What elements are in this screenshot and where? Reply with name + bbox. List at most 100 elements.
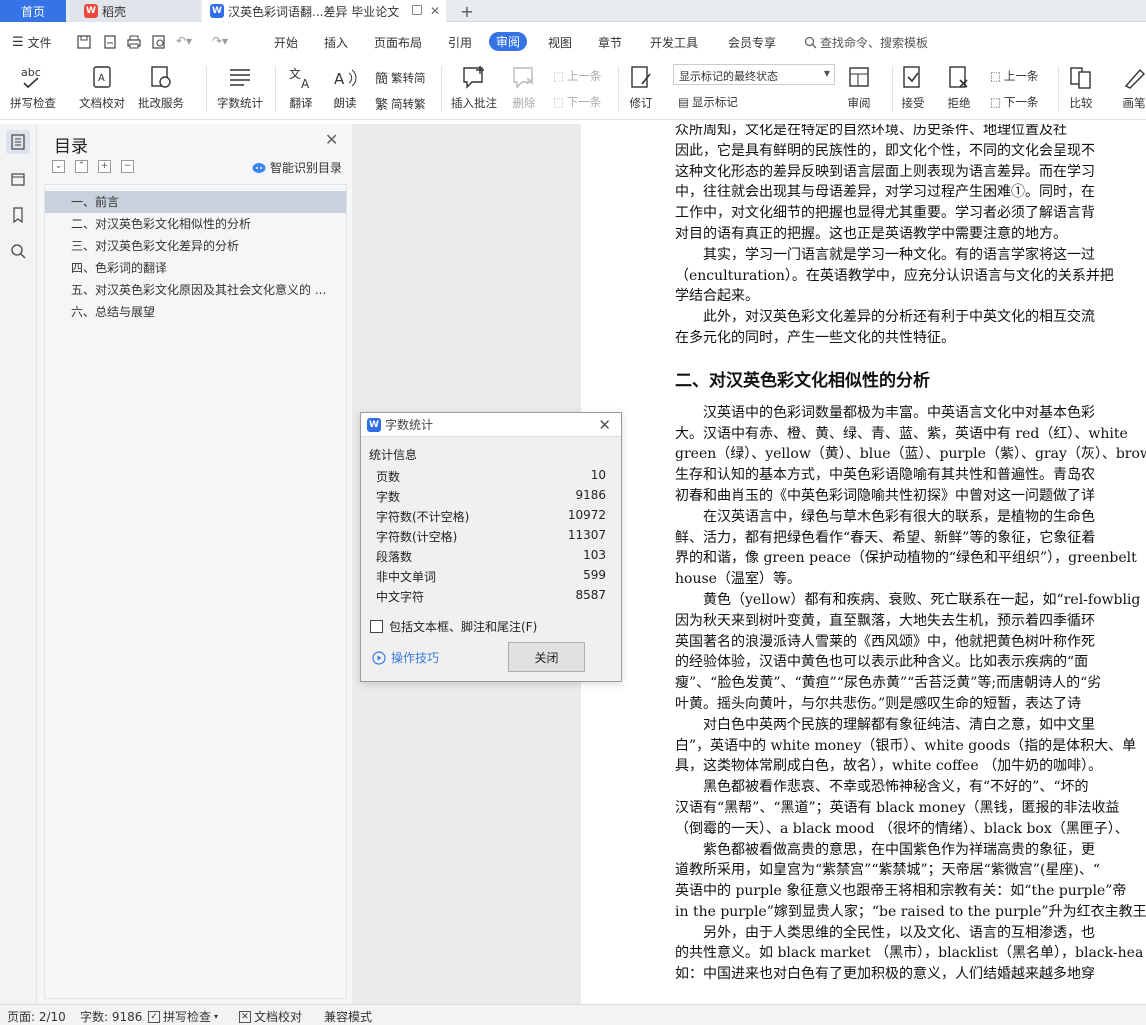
toc-item[interactable]: 四、色彩词的翻译 xyxy=(45,257,346,279)
export-pdf-icon[interactable] xyxy=(102,34,118,50)
insert-comment-button[interactable]: 插入批注 xyxy=(451,64,497,111)
next-change-icon: ⬚ xyxy=(990,95,1001,109)
tips-link[interactable]: 操作技巧 xyxy=(372,649,439,666)
tab-wps[interactable]: W 稻壳 xyxy=(70,0,200,22)
reject-button[interactable]: 拒绝 xyxy=(946,64,972,111)
document-page[interactable]: 众所周知，文化是在特定的自然环境、历史条件、地理位置及社因此，它是具有鲜明的民族… xyxy=(581,124,1146,1004)
tab-home[interactable]: 首页 xyxy=(0,0,66,22)
toc-item[interactable]: 一、前言 xyxy=(45,191,346,213)
stat-label: 字符数(不计空格) xyxy=(376,510,470,524)
hamburger-icon: ☰ xyxy=(12,35,24,50)
document-line: 的经验体验，汉语中黄色也可以表示此种含义。比如表示疾病的“面 xyxy=(675,654,1089,671)
stat-value: 10 xyxy=(590,468,606,482)
document-line: 因此，它是具有鲜明的民族性的，即文化个性，不同的文化会呈现不 xyxy=(675,142,1095,159)
delete-comment-button[interactable]: 删除 xyxy=(510,64,538,111)
spell-check-button[interactable]: abc 拼写检查 xyxy=(10,64,56,111)
search-icon[interactable] xyxy=(6,239,30,263)
collapse-all-icon[interactable]: ⌃ xyxy=(75,160,88,173)
document-section: 众所周知，文化是在特定的自然环境、历史条件、地理位置及社因此，它是具有鲜明的民族… xyxy=(675,124,1146,349)
prev-change-button[interactable]: ⬚ 上一条 xyxy=(990,68,1038,84)
print-preview-icon[interactable] xyxy=(151,34,167,50)
menu-home[interactable]: 开始 xyxy=(274,34,298,51)
word-count-indicator[interactable]: 字数: 9186 xyxy=(80,1008,142,1025)
menu-insert[interactable]: 插入 xyxy=(324,34,348,51)
show-markup-button[interactable]: ▤ 显示标记 xyxy=(678,94,738,110)
prev-change-label: 上一条 xyxy=(1003,69,1039,83)
wps-logo-icon: W xyxy=(84,4,98,18)
toc-item[interactable]: 六、总结与展望 xyxy=(45,301,346,323)
doc-proof-status[interactable]: ✕ 文档校对 xyxy=(239,1008,302,1025)
simp-to-trad-button[interactable]: 繁 简转繁 xyxy=(375,94,426,114)
chevron-down-icon: ▼ xyxy=(823,69,830,78)
menu-member[interactable]: 会员专享 xyxy=(728,34,776,51)
document-line: 大。汉语中有赤、橙、黄、绿、青、蓝、紫，英语中有 red（红）、white xyxy=(675,425,1128,442)
menu-layout[interactable]: 页面布局 xyxy=(374,34,422,51)
show-markup-icon: ▤ xyxy=(678,95,689,109)
word-count-dialog: W 字数统计 ✕ 统计信息 页数 10 字数 9186 字符数(不计空格) 10972… xyxy=(360,412,622,682)
menu-developer[interactable]: 开发工具 xyxy=(650,34,698,51)
monitor-icon[interactable] xyxy=(412,5,422,15)
page-indicator[interactable]: 页面: 2/10 xyxy=(7,1008,66,1025)
menu-chapter[interactable]: 章节 xyxy=(598,34,622,51)
menu-view[interactable]: 视图 xyxy=(548,34,572,51)
compare-button[interactable]: 比较 xyxy=(1068,64,1094,111)
compare-label: 比较 xyxy=(1069,96,1093,110)
menu-bar: ☰ 文件 ↶▾ ↷▾ 开始 插入 页面布局 引用 审阅 视图 章节 开发工具 会… xyxy=(0,28,1146,56)
toc-item[interactable]: 二、对汉英色彩文化相似性的分析 xyxy=(45,213,346,235)
accept-button[interactable]: 接受 xyxy=(900,64,926,111)
translate-button[interactable]: 文A 翻译 xyxy=(287,64,315,111)
trad-to-simp-button[interactable]: 簡 繁转简 xyxy=(375,68,426,88)
menu-review[interactable]: 审阅 xyxy=(489,32,528,51)
cloud-ai-icon xyxy=(252,162,266,173)
remove-heading-icon[interactable]: − xyxy=(121,160,134,173)
add-tab-icon[interactable]: + xyxy=(456,0,478,22)
review-pane-button[interactable]: 审阅 xyxy=(846,64,872,111)
include-textbox-checkbox[interactable]: 包括文本框、脚注和尾注(F) xyxy=(370,618,537,635)
close-icon[interactable]: ✕ xyxy=(325,130,338,149)
next-comment-label: 下一条 xyxy=(566,95,602,109)
ink-button[interactable]: 画笔 xyxy=(1122,64,1146,111)
close-icon[interactable]: ✕ xyxy=(598,416,611,434)
smart-toc-button[interactable]: 智能识别目录 xyxy=(252,159,342,176)
include-textbox-label: 包括文本框、脚注和尾注(F) xyxy=(389,620,538,634)
track-changes-button[interactable]: 修订 xyxy=(628,64,654,111)
next-change-button[interactable]: ⬚ 下一条 xyxy=(990,94,1038,110)
document-line: 众所周知，文化是在特定的自然环境、历史条件、地理位置及社 xyxy=(675,124,1067,138)
word-count-button[interactable]: 字数统计 xyxy=(217,64,263,111)
spell-check-status[interactable]: ✓ 拼写检查 ▾ xyxy=(148,1008,218,1025)
toc-item[interactable]: 五、对汉英色彩文化原因及其社会文化意义的 ... xyxy=(45,279,346,301)
stat-label: 非中文单词 xyxy=(376,570,437,584)
save-icon[interactable] xyxy=(76,34,92,50)
wps-writer-icon: W xyxy=(367,417,381,432)
redo-icon[interactable]: ↷▾ xyxy=(212,34,228,48)
bookmark-icon[interactable] xyxy=(6,203,30,227)
batch-service-button[interactable]: 批改服务 xyxy=(138,64,184,111)
markup-mode-select[interactable]: 显示标记的最终状态 ▼ xyxy=(673,64,835,85)
read-aloud-label: 朗读 xyxy=(333,96,357,110)
chapter-nav-icon[interactable] xyxy=(6,167,30,191)
undo-icon[interactable]: ↶▾ xyxy=(176,34,192,48)
search-command[interactable]: 查找命令、搜索模板 xyxy=(804,34,928,51)
track-changes-icon xyxy=(628,64,654,92)
document-line: 叶黄。摇头向黄叶，与尔共悲伤。”则是感叹生命的短暂，表达了诗 xyxy=(675,695,1082,712)
print-icon[interactable] xyxy=(126,34,142,50)
menu-references[interactable]: 引用 xyxy=(448,34,472,51)
document-line: 学结合起来。 xyxy=(675,288,759,305)
checkbox-box[interactable] xyxy=(370,620,383,633)
tab-document[interactable]: W 汉英色彩词语翻...差异 毕业论文 ✕ xyxy=(202,0,446,22)
next-comment-button[interactable]: ⬚ 下一条 xyxy=(553,94,601,110)
read-aloud-icon: A xyxy=(331,64,359,92)
menu-file[interactable]: ☰ 文件 xyxy=(12,34,52,51)
toc-nav-icon[interactable] xyxy=(6,130,30,154)
expand-all-icon[interactable]: ⌄ xyxy=(52,160,65,173)
stat-value: 9186 xyxy=(575,488,606,502)
doc-proof-icon: A xyxy=(89,64,115,92)
add-heading-icon[interactable]: + xyxy=(98,160,111,173)
close-tab-icon[interactable]: ✕ xyxy=(430,4,440,18)
doc-proof-button[interactable]: A 文档校对 xyxy=(79,64,125,111)
track-changes-label: 修订 xyxy=(629,96,653,110)
close-button[interactable]: 关闭 xyxy=(508,642,585,672)
read-aloud-button[interactable]: A 朗读 xyxy=(331,64,359,111)
prev-comment-button[interactable]: ⬚ 上一条 xyxy=(553,68,601,84)
toc-item[interactable]: 三、对汉英色彩文化差异的分析 xyxy=(45,235,346,257)
